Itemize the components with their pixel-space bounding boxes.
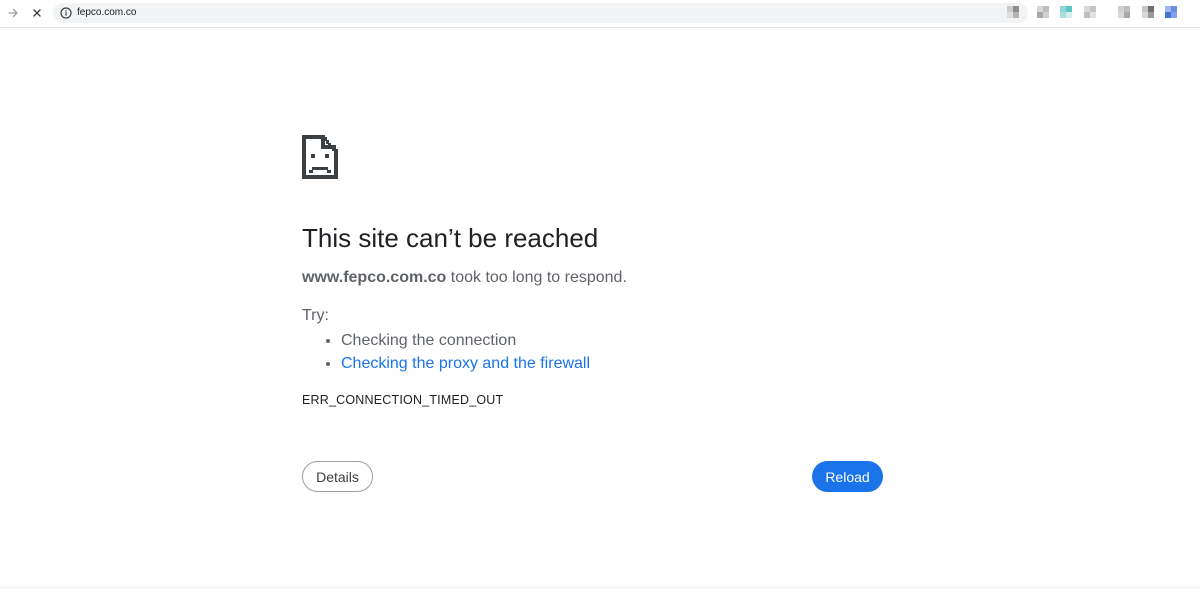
suggestions-list: Checking the connection Checking the pro… [302,329,590,375]
arrow-right-icon [8,8,18,18]
extension-icon-3[interactable] [1060,6,1072,18]
reload-button[interactable]: Reload [812,461,883,492]
close-icon [33,9,41,17]
error-summary-text: took too long to respond. [446,269,627,286]
bottom-edge [0,584,1200,589]
try-label: Try: [302,307,329,324]
suggestion-check-connection-label: Checking the connection [341,332,517,349]
error-code: ERR_CONNECTION_TIMED_OUT [302,393,504,407]
sad-page-icon [302,135,338,179]
extension-icon-6-pixel [1148,12,1154,18]
extension-icon-5[interactable] [1118,6,1130,18]
extension-icon-1-pixel [1013,12,1019,18]
browser-toolbar: fepco.com.co [0,0,1200,28]
extension-icon-6[interactable] [1142,6,1154,18]
suggestion-check-proxy-firewall: Checking the proxy and the firewall [341,352,590,375]
forward-button[interactable] [4,4,22,22]
details-button[interactable]: Details [302,461,373,492]
extension-icon-2-pixel [1043,12,1049,18]
extension-icon-7[interactable] [1165,6,1177,18]
stop-loading-button[interactable] [28,4,46,22]
address-bar[interactable]: fepco.com.co [53,3,1028,23]
error-host: www.fepco.com.co [302,269,447,286]
url-text[interactable]: fepco.com.co [77,6,136,20]
extension-icon-4-pixel [1090,12,1096,18]
error-summary: www.fepco.com.co took too long to respon… [302,268,627,288]
suggestion-check-connection: Checking the connection [341,329,590,352]
info-circle-icon[interactable] [59,6,73,20]
proxy-firewall-link[interactable]: Checking the proxy and the firewall [341,355,590,372]
page-title: This site can’t be reached [302,223,599,253]
extension-icon-3-pixel [1066,12,1072,18]
extension-icon-4[interactable] [1084,6,1096,18]
extension-icon-5-pixel [1124,12,1130,18]
extension-icon-1[interactable] [1007,6,1019,18]
extension-icon-7-pixel [1171,12,1177,18]
extension-icon-2[interactable] [1037,6,1049,18]
